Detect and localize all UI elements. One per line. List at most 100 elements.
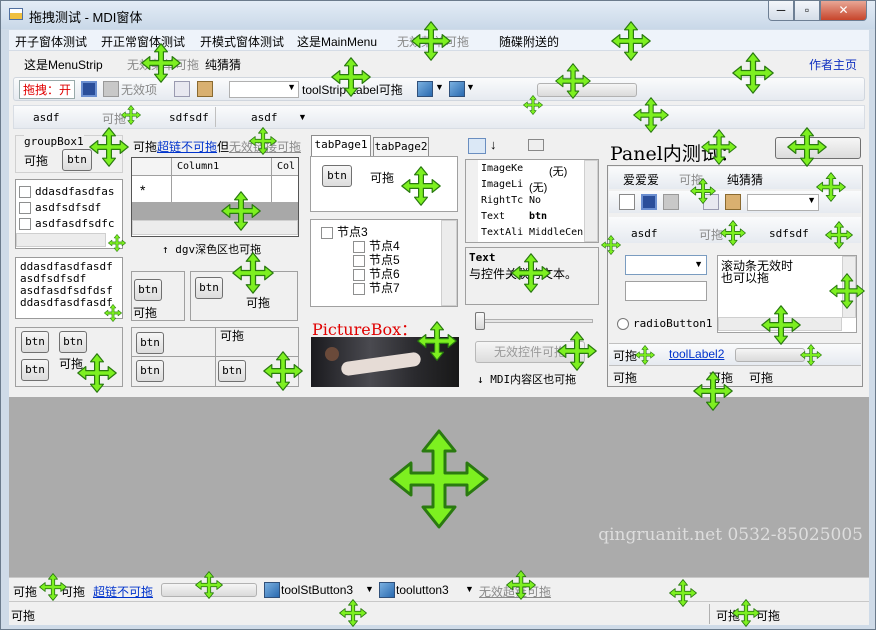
- right-status-bar-item[interactable]: 可拖: [613, 369, 637, 386]
- tree-node[interactable]: 节点7: [353, 279, 400, 296]
- small-panel-2-label[interactable]: 可拖: [246, 294, 270, 311]
- grid-col1-header[interactable]: Column1: [177, 161, 219, 172]
- author-link[interactable]: 作者主页: [809, 56, 857, 73]
- checked-list-item[interactable]: asdfsdfsdf: [19, 201, 101, 214]
- propgrid-vscroll[interactable]: [584, 160, 598, 242]
- status-drag[interactable]: 可拖: [13, 583, 37, 600]
- small-panel-1-label[interactable]: 可拖: [133, 304, 157, 321]
- drag-toggle[interactable]: 拖拽：开: [19, 80, 76, 99]
- group-box-button[interactable]: btn: [62, 149, 92, 171]
- checked-list-hscroll[interactable]: [16, 233, 106, 247]
- new-doc-icon[interactable]: [619, 194, 635, 210]
- prop-value[interactable]: (无): [529, 179, 547, 195]
- prop-name[interactable]: RightTc: [481, 195, 523, 206]
- image-button-icon-2[interactable]: [449, 81, 465, 97]
- tab-button[interactable]: btn: [322, 165, 352, 187]
- checkbox[interactable]: [353, 282, 365, 295]
- menu-item-child[interactable]: 开子窗体测试: [15, 33, 87, 50]
- menustrip-label[interactable]: 这是MenuStrip: [24, 56, 103, 73]
- prop-value[interactable]: No: [529, 195, 541, 206]
- trackbar-thumb[interactable]: [475, 312, 485, 330]
- tree-vscroll[interactable]: [441, 220, 457, 306]
- table-button[interactable]: btn: [136, 332, 164, 354]
- prop-name[interactable]: ImageKe: [481, 163, 523, 174]
- chevron-down-icon[interactable]: ▼: [466, 82, 475, 92]
- prop-value[interactable]: (无): [549, 163, 567, 179]
- radio-circle-icon[interactable]: [617, 318, 629, 330]
- small-panel-2-button[interactable]: btn: [195, 277, 223, 299]
- table-button[interactable]: btn: [21, 331, 49, 353]
- right-strip-item[interactable]: sdfsdf: [769, 227, 809, 240]
- categorized-icon[interactable]: [468, 138, 486, 154]
- menustrip-pure[interactable]: 纯猜猜: [205, 56, 241, 73]
- strip-item-sdfsdf[interactable]: sdfsdf: [169, 111, 209, 124]
- checkbox[interactable]: [19, 202, 31, 214]
- prop-name[interactable]: Text: [481, 211, 505, 222]
- prop-value[interactable]: btn: [529, 211, 547, 222]
- chevron-down-icon[interactable]: ▼: [365, 584, 374, 594]
- checkbox[interactable]: [19, 186, 31, 198]
- table-button[interactable]: btn: [21, 359, 49, 381]
- grid-col2-header[interactable]: Col: [277, 161, 295, 172]
- list-box-item[interactable]: ddasdfasdfasdf: [20, 296, 113, 306]
- sort-az-icon[interactable]: ↓: [490, 137, 497, 152]
- link-not-draggable[interactable]: 超链不可拖: [157, 138, 217, 155]
- menu-item-modal[interactable]: 开模式窗体测试: [200, 33, 284, 50]
- status-button-3[interactable]: toolStButton3: [281, 583, 353, 597]
- right-status-bar-item[interactable]: 可拖: [749, 369, 773, 386]
- print-icon[interactable]: [103, 81, 119, 97]
- checkbox[interactable]: [19, 218, 31, 230]
- tab-page1[interactable]: tabPage1: [311, 135, 371, 157]
- status-button-4[interactable]: toolutton3: [396, 583, 449, 597]
- table-label[interactable]: 可拖: [220, 327, 244, 344]
- disabled-tool-item[interactable]: 无效项: [121, 81, 157, 98]
- right-toolbar-combo[interactable]: ▼: [747, 194, 819, 211]
- small-panel-1-button[interactable]: btn: [134, 279, 162, 301]
- image-button-icon[interactable]: [379, 582, 395, 598]
- checked-list-item[interactable]: asdfasdfsdfc: [19, 217, 114, 230]
- status-link[interactable]: 超链不可拖: [93, 583, 153, 600]
- table-button[interactable]: btn: [136, 360, 164, 382]
- copy-icon[interactable]: [174, 81, 190, 97]
- tab-page2[interactable]: tabPage2: [373, 137, 429, 157]
- print-icon[interactable]: [663, 194, 679, 210]
- grid-dark-area[interactable]: [132, 202, 298, 220]
- image-button-icon[interactable]: [417, 81, 433, 97]
- menu-item-mainmenu[interactable]: 这是MainMenu: [297, 33, 377, 50]
- tab-label[interactable]: 可拖: [370, 169, 394, 186]
- strip-item-asdf[interactable]: asdf: [33, 111, 60, 124]
- property-pages-icon[interactable]: [528, 139, 544, 151]
- close-button[interactable]: ✕: [820, 1, 867, 21]
- group-box-label[interactable]: 可拖: [24, 152, 48, 169]
- save-icon[interactable]: [641, 194, 657, 210]
- paste-icon[interactable]: [725, 194, 741, 210]
- trackbar[interactable]: [475, 319, 593, 323]
- chevron-down-icon[interactable]: ▼: [298, 112, 307, 122]
- link-row-drag[interactable]: 可拖: [133, 138, 157, 155]
- checked-list-item[interactable]: ddasdfasdfas: [19, 185, 114, 198]
- prop-name[interactable]: ImageLi: [481, 179, 523, 190]
- image-button-icon[interactable]: [264, 582, 280, 598]
- right-status-drag[interactable]: 可拖: [613, 347, 637, 364]
- radio-button[interactable]: radioButton1: [617, 317, 712, 330]
- right-status-link[interactable]: toolLabel2: [669, 347, 724, 361]
- checkbox[interactable]: [321, 226, 333, 239]
- prop-value[interactable]: MiddleCen: [529, 227, 583, 238]
- status-bar-left[interactable]: 可拖: [11, 607, 35, 624]
- save-icon[interactable]: [81, 81, 97, 97]
- table-button[interactable]: btn: [218, 360, 246, 382]
- prop-name[interactable]: TextAli: [481, 227, 523, 238]
- strip-item-asdf-2[interactable]: asdf: [251, 111, 278, 124]
- grid-hscroll[interactable]: [132, 220, 298, 235]
- menu-item-extra[interactable]: 随碟附送的: [499, 33, 559, 50]
- right-menu-item[interactable]: 爱爱爱: [623, 171, 659, 188]
- maximize-button[interactable]: ▫: [794, 1, 820, 21]
- right-strip-item[interactable]: asdf: [631, 227, 658, 240]
- chevron-down-icon[interactable]: ▼: [465, 584, 474, 594]
- chevron-down-icon[interactable]: ▼: [435, 82, 444, 92]
- toolbar-combo[interactable]: ▼: [229, 81, 299, 98]
- link-row-but[interactable]: 但: [217, 138, 229, 155]
- table-button[interactable]: btn: [59, 331, 87, 353]
- paste-icon[interactable]: [197, 81, 213, 97]
- right-textbox[interactable]: [625, 281, 707, 301]
